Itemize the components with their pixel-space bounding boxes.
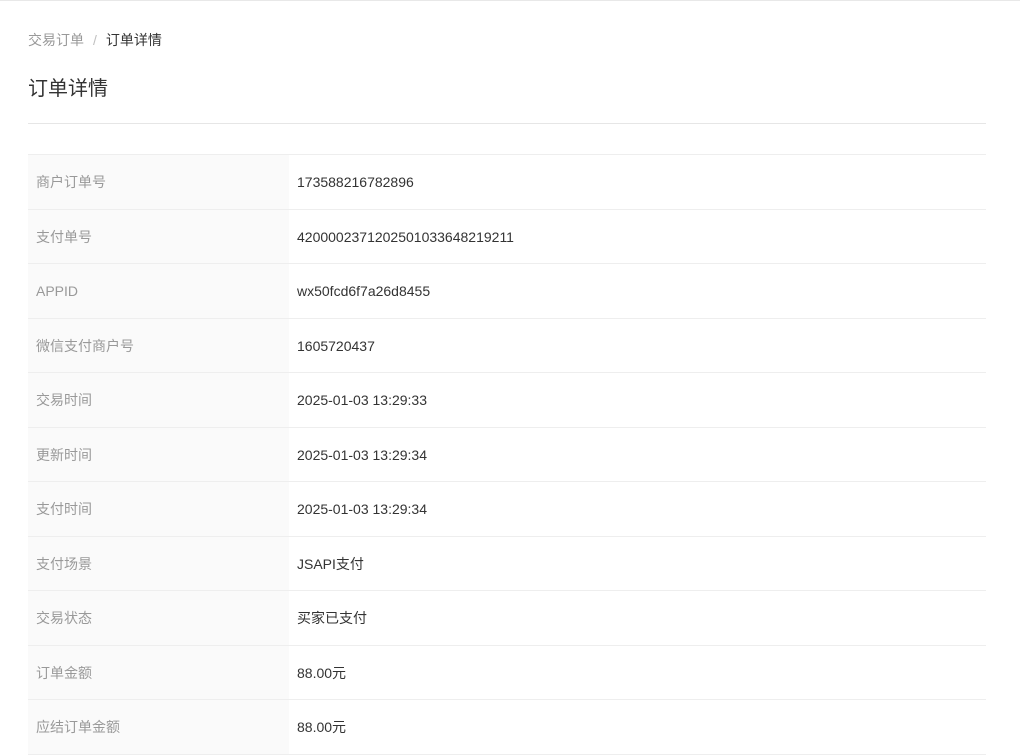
top-border (0, 0, 1020, 1)
detail-value: 1605720437 (297, 337, 375, 354)
breadcrumb-link-orders[interactable]: 交易订单 (28, 32, 84, 48)
detail-row-appid: APPID wx50fcd6f7a26d8455 (28, 264, 986, 319)
detail-row-update-time: 更新时间 2025-01-03 13:29:34 (28, 427, 986, 482)
breadcrumb: 交易订单 / 订单详情 (28, 31, 162, 49)
detail-value: 2025-01-03 13:29:33 (297, 392, 427, 408)
detail-row-trade-time: 交易时间 2025-01-03 13:29:33 (28, 373, 986, 428)
detail-label: 支付时间 (28, 482, 289, 536)
detail-label: 微信支付商户号 (28, 318, 289, 372)
detail-value: 买家已支付 (297, 610, 367, 626)
detail-label: 交易状态 (28, 591, 289, 645)
detail-row-trade-status: 交易状态 买家已支付 (28, 591, 986, 646)
page-title: 订单详情 (28, 78, 108, 100)
detail-label: 应结订单金额 (28, 700, 289, 754)
detail-row-settlement-amount: 应结订单金额 88.00元 (28, 700, 986, 755)
detail-value: 2025-01-03 13:29:34 (297, 446, 427, 463)
detail-row-pay-time: 支付时间 2025-01-03 13:29:34 (28, 482, 986, 537)
detail-value: 2025-01-03 13:29:34 (297, 501, 427, 517)
detail-row-pay-scene: 支付场景 JSAPI支付 (28, 536, 986, 591)
detail-value: 88.00元 (297, 664, 347, 681)
detail-value: JSAPI支付 (297, 555, 364, 572)
breadcrumb-separator: / (93, 32, 97, 48)
detail-label: 支付场景 (28, 536, 289, 590)
detail-value: 4200002371202501033648219211 (297, 228, 514, 245)
detail-label: 更新时间 (28, 427, 289, 481)
detail-value: wx50fcd6f7a26d8455 (297, 283, 431, 299)
detail-label: APPID (28, 264, 289, 318)
detail-row-payment-no: 支付单号 4200002371202501033648219211 (28, 209, 986, 264)
detail-row-wechat-merchant-no: 微信支付商户号 1605720437 (28, 318, 986, 373)
order-detail-table: 商户订单号 173588216782896 支付单号 4200002371202… (28, 154, 986, 755)
detail-row-order-amount: 订单金额 88.00元 (28, 645, 986, 700)
detail-label: 商户订单号 (28, 155, 289, 209)
detail-value: 88.00元 (297, 719, 347, 735)
title-divider (28, 123, 986, 124)
detail-row-merchant-order-no: 商户订单号 173588216782896 (28, 155, 986, 210)
detail-label: 订单金额 (28, 645, 289, 699)
breadcrumb-current: 订单详情 (105, 32, 162, 48)
detail-value: 173588216782896 (297, 174, 414, 190)
detail-label: 交易时间 (28, 373, 289, 427)
detail-label: 支付单号 (28, 209, 289, 263)
